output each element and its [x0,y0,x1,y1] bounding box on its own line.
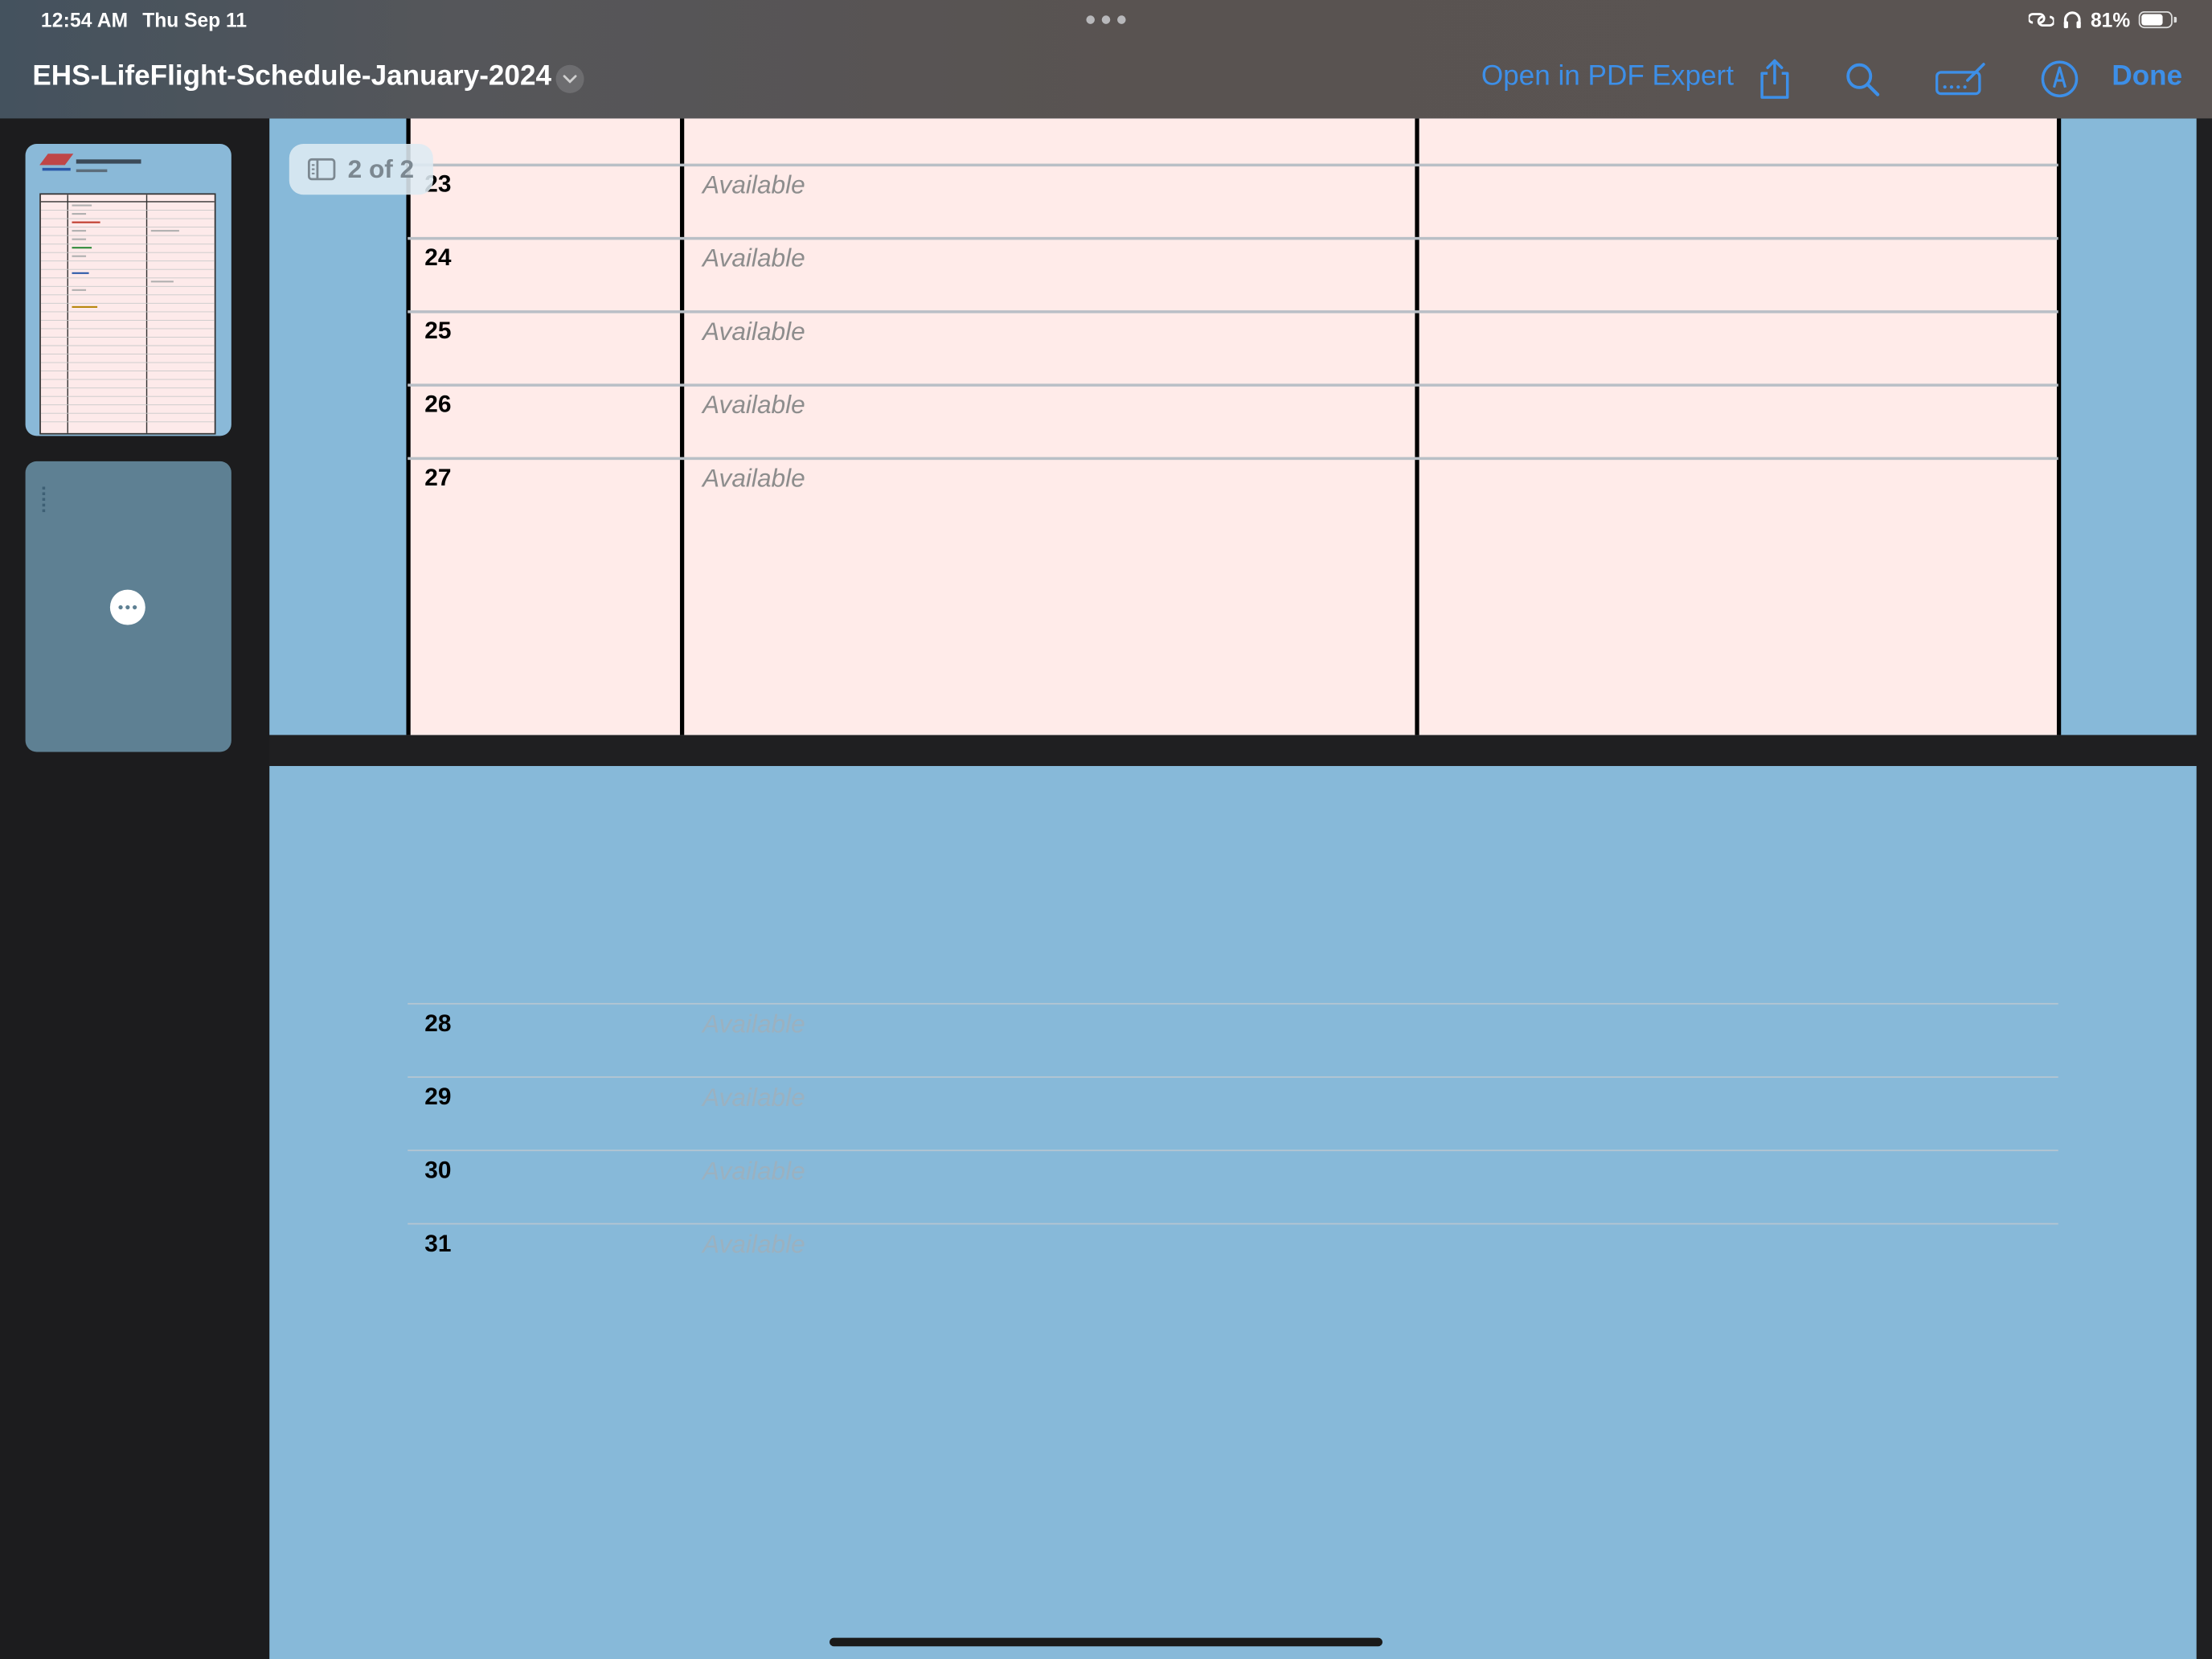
row-day-number: 29 [424,1083,452,1111]
ehs-logo-icon [39,154,74,171]
schedule-table [408,118,2058,735]
page-2-thumbnail[interactable] [25,461,231,752]
search-icon[interactable] [1837,54,1887,104]
row-separator [408,457,2058,461]
row-availability-status[interactable]: Available [703,464,805,494]
page-1-thumbnail[interactable] [25,144,231,436]
page-indicator[interactable]: 2 of 2 [289,144,433,195]
row-separator [408,1223,2058,1225]
table-divider-day [679,118,685,735]
row-availability-status[interactable]: Available [703,1157,805,1186]
thumbnail-header-bar [76,159,141,164]
row-availability-status[interactable]: Available [703,391,805,420]
row-day-number: 24 [424,244,452,271]
headphones-icon [2063,11,2081,29]
table-border-left [406,118,411,735]
row-separator [408,1076,2058,1078]
row-availability-status[interactable]: Available [703,1230,805,1260]
annotate-icon[interactable] [1936,54,1986,104]
page-indicator-label: 2 of 2 [347,154,415,183]
thumbnail-subheader-bar [76,169,108,173]
row-availability-status[interactable]: Available [703,1083,805,1113]
chevron-down-icon[interactable] [555,64,584,93]
row-separator [408,310,2058,313]
row-day-number: 28 [424,1010,452,1037]
multitasking-dots-icon[interactable] [1086,14,1126,26]
row-day-number: 26 [424,391,452,418]
row-separator [408,236,2058,240]
row-separator [408,1149,2058,1152]
row-availability-status[interactable]: Available [703,1010,805,1040]
document-title[interactable]: EHS-LifeFlight-Schedule-January-2024 [32,60,551,92]
row-separator [408,1002,2058,1005]
more-options-icon[interactable] [109,589,145,625]
row-day-number: 30 [424,1157,452,1184]
row-day-number: 27 [424,464,452,491]
battery-percentage: 81% [2091,8,2131,31]
document-view[interactable]: 23 Available 24 Available 25 Available 26 Avail… [269,118,2212,1659]
status-indicators: 81% [2028,6,2177,34]
row-separator [408,163,2058,167]
done-button[interactable]: Done [2112,60,2182,92]
home-indicator[interactable] [830,1637,1382,1647]
page-thumbnails-sidebar [0,118,270,1659]
pdf-page-2: 28 Available 29 Available 30 Available 31 Avail… [269,766,2197,1659]
link-icon [2028,13,2054,27]
row-day-number: 31 [424,1230,452,1257]
row-separator [408,383,2058,387]
row-availability-status[interactable]: Available [703,317,805,347]
sidebar-toggle-icon [308,158,337,181]
markup-icon[interactable] [2034,54,2085,104]
row-day-number: 25 [424,317,452,345]
share-icon[interactable] [1749,54,1800,104]
status-date: Thu Sep 11 [142,8,248,31]
row-availability-status[interactable]: Available [703,170,805,200]
thumbnail-schedule-table [39,193,216,435]
row-availability-status[interactable]: Available [703,244,805,274]
table-border-right [2056,118,2062,735]
status-time: 12:54 AM [40,8,129,31]
pdf-viewer-screen: 12:54 AM Thu Sep 11 81% EHS-LifeFlight-S… [0,0,2212,1659]
top-toolbar: 12:54 AM Thu Sep 11 81% EHS-LifeFlight-S… [0,0,2212,119]
open-in-pdf-expert-button[interactable]: Open in PDF Expert [1481,60,1734,92]
pdf-page-1-section: 23 Available 24 Available 25 Available 26 Avail… [269,118,2197,735]
table-divider-notes [1415,118,1419,735]
battery-level [2141,14,2164,26]
thumbnail-row-marks [42,486,48,513]
battery-icon [2138,11,2177,29]
